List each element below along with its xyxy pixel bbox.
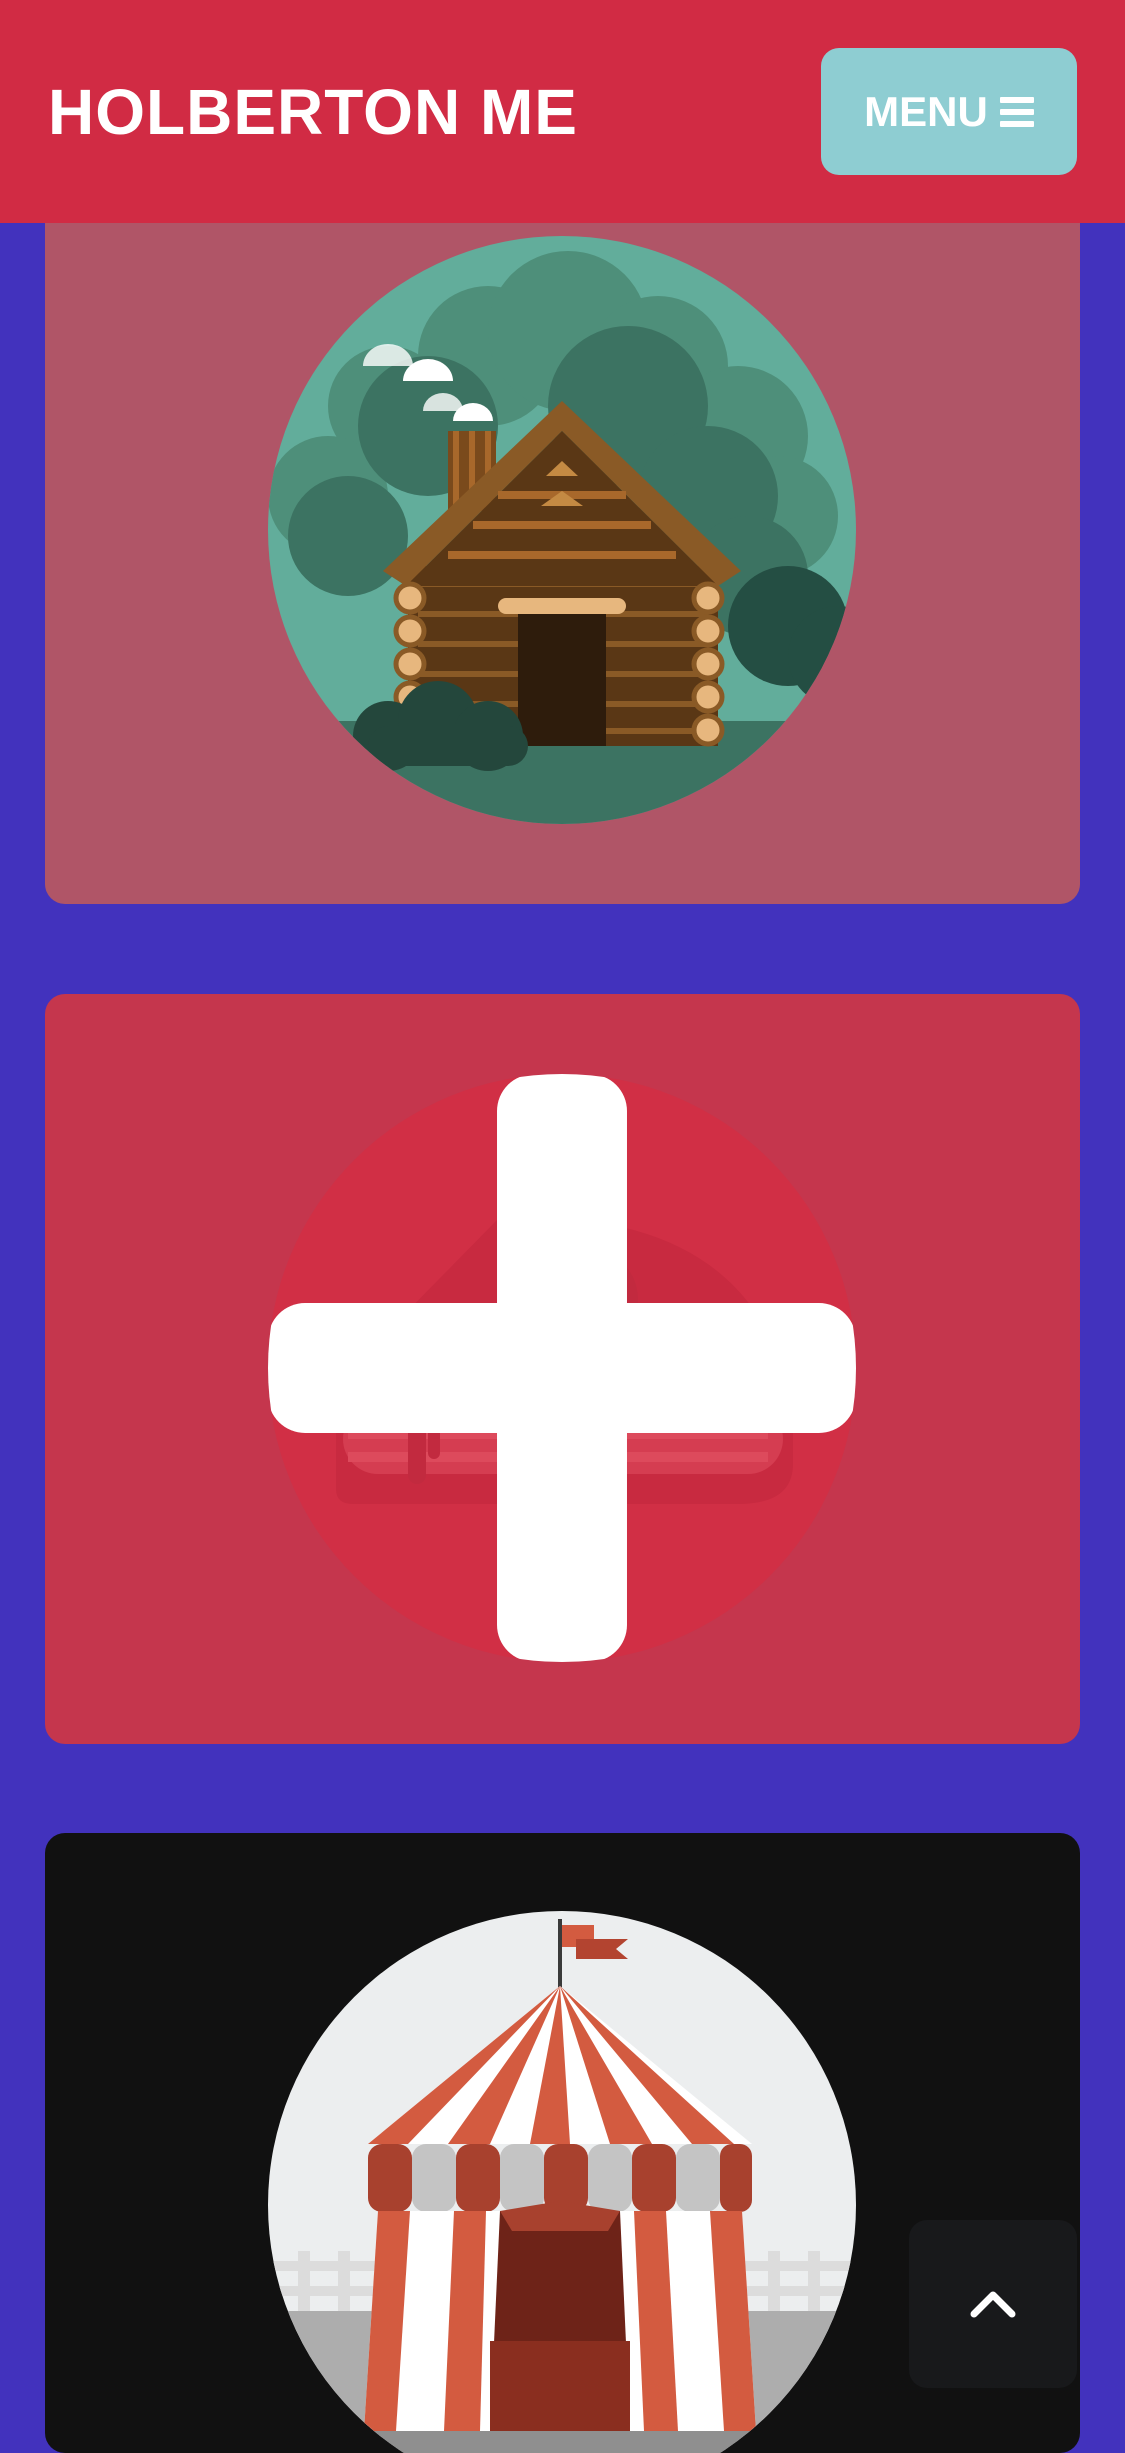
hamburger-icon (999, 96, 1034, 127)
back-to-top-button[interactable] (909, 2220, 1077, 2388)
project-card-cabin[interactable] (45, 170, 1080, 904)
chevron-up-icon (970, 2288, 1016, 2321)
circus-tent-illustration (268, 1911, 856, 2453)
site-header: HOLBERTON ME MENU (0, 0, 1125, 223)
project-card-add[interactable] (45, 994, 1080, 1744)
site-brand[interactable]: HOLBERTON ME (48, 70, 578, 154)
log-cabin-illustration (268, 236, 856, 824)
add-project-placeholder (268, 1074, 856, 1662)
menu-button[interactable]: MENU (821, 48, 1077, 175)
plus-icon[interactable] (268, 1074, 856, 1662)
menu-label: MENU (864, 87, 988, 135)
